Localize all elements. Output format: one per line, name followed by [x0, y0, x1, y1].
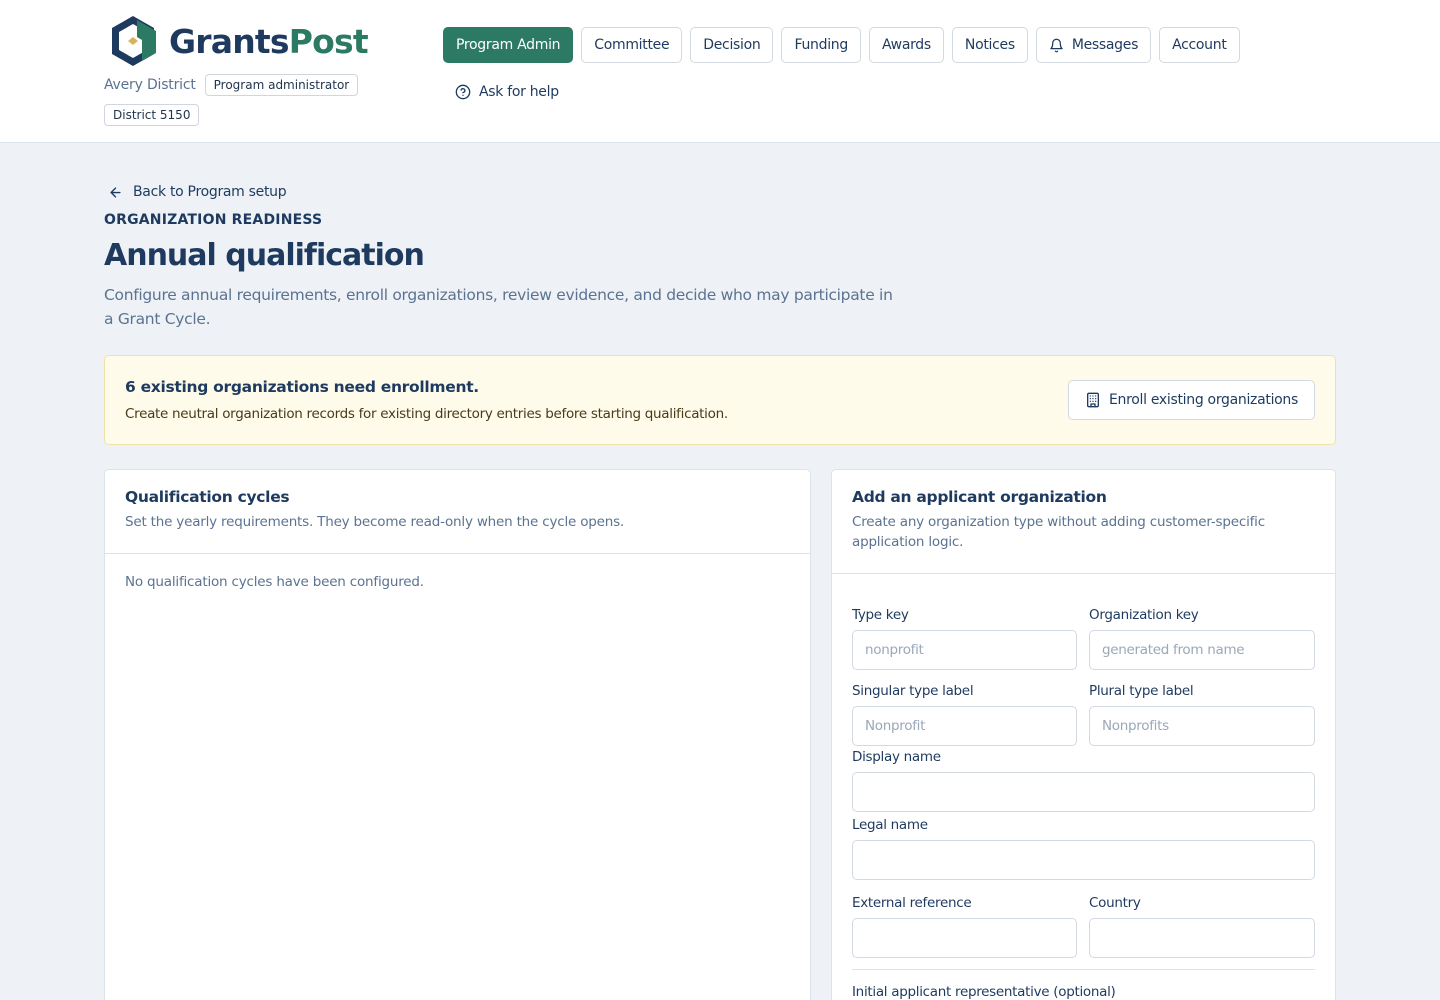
notice-text: Create neutral organization records for … — [125, 406, 728, 422]
brand-name: GrantsPost — [169, 21, 369, 61]
page-eyebrow: ORGANIZATION READINESS — [104, 212, 323, 228]
plural-label-input[interactable] — [1089, 706, 1315, 746]
district-name: Avery District — [104, 77, 196, 93]
app-header: GrantsPost Avery District Program admini… — [0, 0, 1440, 143]
help-link[interactable]: Ask for help — [455, 84, 559, 100]
brand-name-part1: Grants — [169, 21, 290, 61]
type-key-label: Type key — [852, 607, 909, 623]
help-circle-icon — [455, 84, 471, 100]
qualification-cycles-header: Qualification cycles Set the yearly requ… — [105, 470, 810, 554]
role-badge: Program administrator — [204, 74, 359, 96]
type-key-field: Type key — [852, 607, 1077, 670]
bell-icon — [1049, 38, 1064, 53]
external-reference-input[interactable] — [852, 918, 1077, 958]
arrow-left-icon — [108, 185, 123, 200]
singular-label-label: Singular type label — [852, 683, 974, 699]
display-name-label: Display name — [852, 749, 941, 765]
singular-label-input[interactable] — [852, 706, 1077, 746]
legal-name-label: Legal name — [852, 817, 928, 833]
brand-logo[interactable]: GrantsPost — [104, 14, 369, 68]
enrollment-notice: 6 existing organizations need enrollment… — [104, 355, 1336, 445]
page-subtitle: Configure annual requirements, enroll or… — [104, 286, 893, 328]
legal-name-input[interactable] — [852, 840, 1315, 880]
nav-awards[interactable]: Awards — [868, 27, 944, 63]
back-label: Back to Program setup — [133, 184, 287, 200]
display-name-field: Display name — [852, 749, 1315, 812]
empty-state: No qualification cycles have been config… — [125, 574, 424, 590]
nav-messages[interactable]: Messages — [1035, 27, 1152, 63]
nav-messages-label: Messages — [1071, 37, 1139, 53]
add-organization-title: Add an applicant organization — [852, 488, 1107, 506]
organization-key-field: Organization key — [1089, 607, 1315, 670]
main-nav: Program Admin Committee Decision Funding… — [443, 27, 1240, 63]
district-id-badge: District 5150 — [104, 104, 200, 126]
plural-label-label: Plural type label — [1089, 683, 1194, 699]
nav-notices[interactable]: Notices — [951, 27, 1028, 63]
section-divider — [852, 969, 1315, 970]
logo-icon — [112, 16, 156, 66]
back-link[interactable]: Back to Program setup — [108, 184, 287, 200]
type-key-input[interactable] — [852, 630, 1077, 670]
organization-key-input[interactable] — [1089, 630, 1315, 670]
plural-label-field: Plural type label — [1089, 683, 1315, 746]
district-info: Avery District Program administrator — [104, 74, 359, 96]
representative-label: Initial applicant representative (option… — [852, 984, 1116, 1000]
nav-account[interactable]: Account — [1159, 27, 1240, 63]
notice-title: 6 existing organizations need enrollment… — [125, 378, 479, 396]
brand-name-part2: Post — [288, 21, 369, 61]
add-organization-header: Add an applicant organization Create any… — [832, 470, 1335, 574]
enroll-existing-button[interactable]: Enroll existing organizations — [1067, 380, 1315, 420]
legal-name-field: Legal name — [852, 817, 1315, 880]
external-reference-field: External reference — [852, 895, 1077, 958]
country-input[interactable] — [1089, 918, 1315, 958]
nav-program-admin[interactable]: Program Admin — [443, 27, 574, 63]
nav-funding[interactable]: Funding — [781, 27, 861, 63]
page-title: Annual qualification — [104, 238, 425, 273]
organization-key-label: Organization key — [1089, 607, 1199, 623]
qualification-cycles-desc: Set the yearly requirements. They become… — [125, 514, 625, 530]
enroll-existing-label: Enroll existing organizations — [1108, 392, 1298, 408]
country-field: Country — [1089, 895, 1315, 958]
country-label: Country — [1089, 895, 1141, 911]
add-organization-card: Add an applicant organization Create any… — [831, 469, 1336, 1000]
display-name-input[interactable] — [852, 772, 1315, 812]
add-organization-desc: Create any organization type without add… — [852, 514, 1265, 550]
external-reference-label: External reference — [852, 895, 972, 911]
nav-decision[interactable]: Decision — [690, 27, 774, 63]
building-icon — [1085, 392, 1101, 408]
qualification-cycles-card: Qualification cycles Set the yearly requ… — [104, 469, 811, 1000]
help-label: Ask for help — [479, 84, 559, 100]
singular-label-field: Singular type label — [852, 683, 1077, 746]
qualification-cycles-title: Qualification cycles — [125, 488, 290, 506]
nav-committee[interactable]: Committee — [581, 27, 683, 63]
